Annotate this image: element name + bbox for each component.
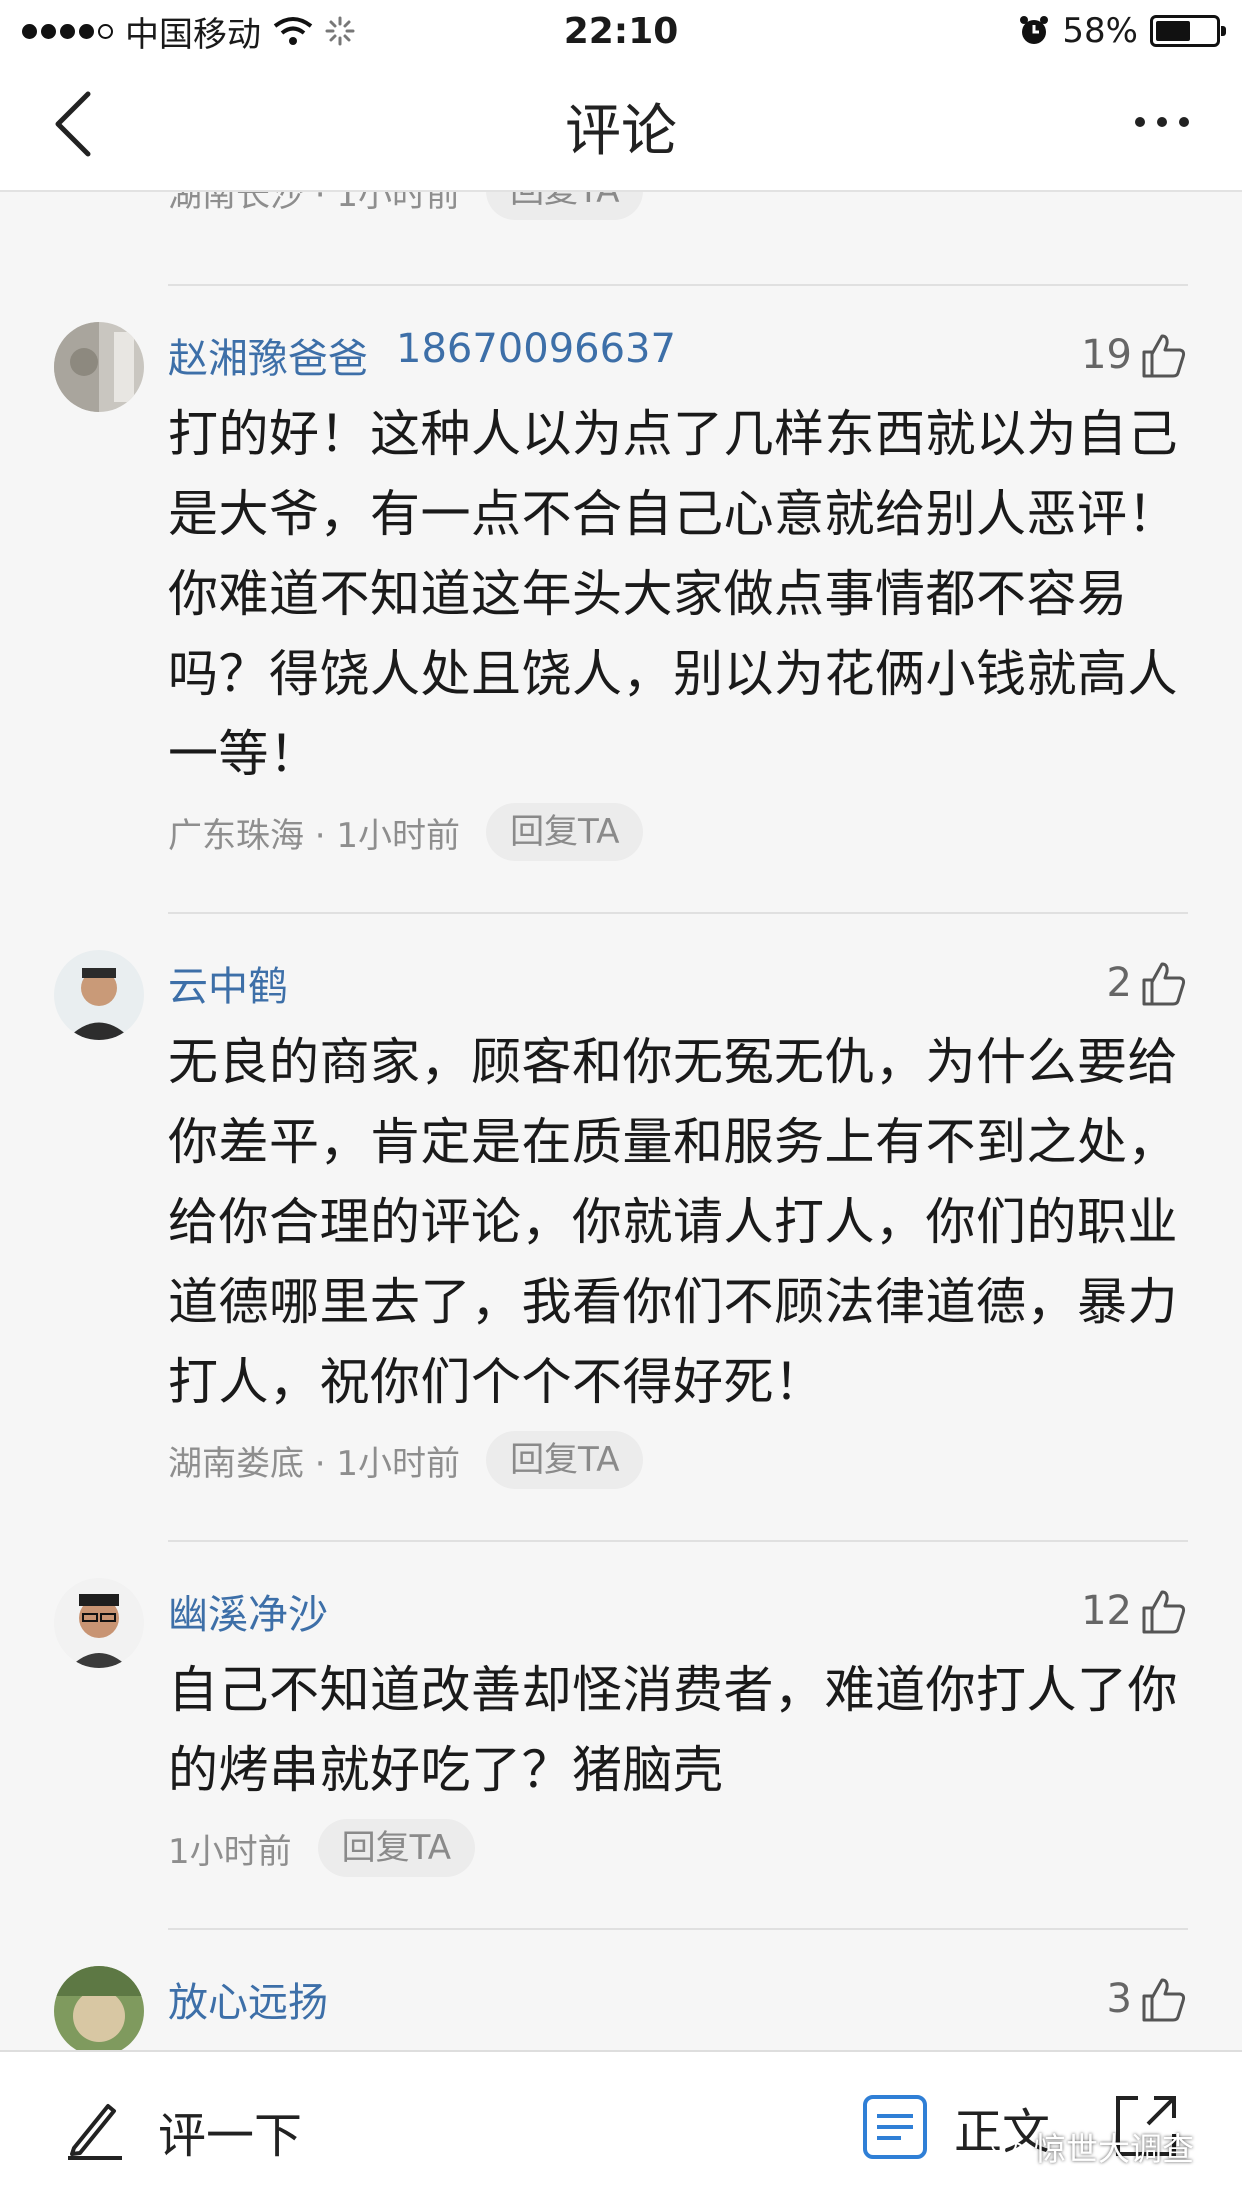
alarm-clock-icon <box>1020 16 1049 44</box>
status-time: 22:10 <box>563 10 679 52</box>
article-icon <box>863 2095 927 2159</box>
comment-item: 幽溪净沙 12 自己不知道改善却怪消费者，难道你打人了你的烤串就好吃了？猪脑壳 … <box>0 1542 1242 1880</box>
bottom-toolbar: 评一下 正文 惊世大调查 <box>0 2050 1242 2208</box>
commenter-name[interactable]: 云中鹤 <box>168 954 288 1012</box>
comment-location-time: 广东珠海 · 1小时前 <box>168 815 461 856</box>
write-comment-button[interactable]: 评一下 <box>60 2096 302 2166</box>
comment-location-time: 1小时前 <box>168 1831 292 1872</box>
avatar[interactable] <box>54 1966 144 2050</box>
like-count: 19 <box>1081 332 1132 378</box>
avatar[interactable] <box>54 950 144 1040</box>
reply-button[interactable]: 回复TA <box>317 1819 476 1877</box>
commenter-name[interactable]: 赵湘豫爸爸 <box>168 326 368 384</box>
watermark: 惊世大调查 <box>990 2124 1194 2170</box>
comment-item: 赵湘豫爸爸 18670096637 19 打的好！这种人以为点了几样东西就以为自… <box>0 286 1242 864</box>
more-button[interactable] <box>1122 102 1202 142</box>
like-count: 2 <box>1106 960 1132 1006</box>
reply-button[interactable]: 回复TA <box>486 803 644 861</box>
battery-percent: 58% <box>1062 11 1138 51</box>
comment-item: 湖南长沙 · 1小时前 回复TA <box>0 192 1242 256</box>
thumbs-up-icon <box>1142 962 1186 1006</box>
wifi-icon <box>273 17 313 45</box>
write-comment-label: 评一下 <box>158 2108 303 2164</box>
comment-item: 放心远扬 3 <box>0 1930 1242 2050</box>
like-button[interactable]: 19 <box>1081 330 1188 380</box>
watermark-text: 惊世大调查 <box>1034 2130 1195 2168</box>
thumbs-up-icon <box>1142 1978 1186 2022</box>
wechat-icon <box>991 2133 1025 2160</box>
comment-item: 云中鹤 2 无良的商家，顾客和你无冤无仇，为什么要给你差平，肯定是在质量和服务上… <box>0 914 1242 1492</box>
comment-list[interactable]: 湖南长沙 · 1小时前 回复TA 赵湘豫爸爸 18670096637 <box>0 192 1242 2050</box>
commenter-name[interactable]: 放心远扬 <box>168 1970 328 2028</box>
more-dots-icon <box>1135 117 1145 127</box>
status-bar: 中国移动 22:10 58% <box>0 0 1242 62</box>
pencil-icon <box>68 2104 122 2160</box>
loading-spinner-icon <box>325 16 355 46</box>
reply-button[interactable]: 回复TA <box>486 192 644 220</box>
like-count: 3 <box>1106 1976 1132 2022</box>
signal-strength-icon <box>22 23 113 39</box>
commenter-name[interactable]: 幽溪净沙 <box>168 1582 328 1640</box>
comment-location-time: 湖南长沙 · 1小时前 <box>168 192 461 215</box>
thumbs-up-icon <box>1142 334 1186 378</box>
comment-text: 无良的商家，顾客和你无冤无仇，为什么要给你差平，肯定是在质量和服务上有不到之处，… <box>168 1033 1178 1411</box>
comment-text: 打的好！这种人以为点了几样东西就以为自己是大爷，有一点不合自己心意就给别人恶评！… <box>168 405 1178 783</box>
avatar[interactable] <box>54 322 144 412</box>
battery-icon <box>1150 15 1226 47</box>
avatar[interactable] <box>54 1578 144 1668</box>
carrier-label: 中国移动 <box>125 14 261 55</box>
like-count: 12 <box>1081 1588 1132 1634</box>
comment-text: 自己不知道改善却怪消费者，难道你打人了你的烤串就好吃了？猪脑壳 <box>168 1661 1178 1799</box>
page-title: 评论 <box>565 99 677 164</box>
commenter-phone: 18670096637 <box>396 326 676 372</box>
nav-header: 评论 <box>0 62 1242 192</box>
like-button[interactable]: 2 <box>1107 958 1188 1008</box>
reply-button[interactable]: 回复TA <box>486 1431 644 1489</box>
like-button[interactable]: 12 <box>1081 1586 1188 1636</box>
like-button[interactable]: 3 <box>1107 1974 1188 2024</box>
comment-location-time: 湖南娄底 · 1小时前 <box>168 1443 461 1484</box>
thumbs-up-icon <box>1142 1590 1186 1634</box>
